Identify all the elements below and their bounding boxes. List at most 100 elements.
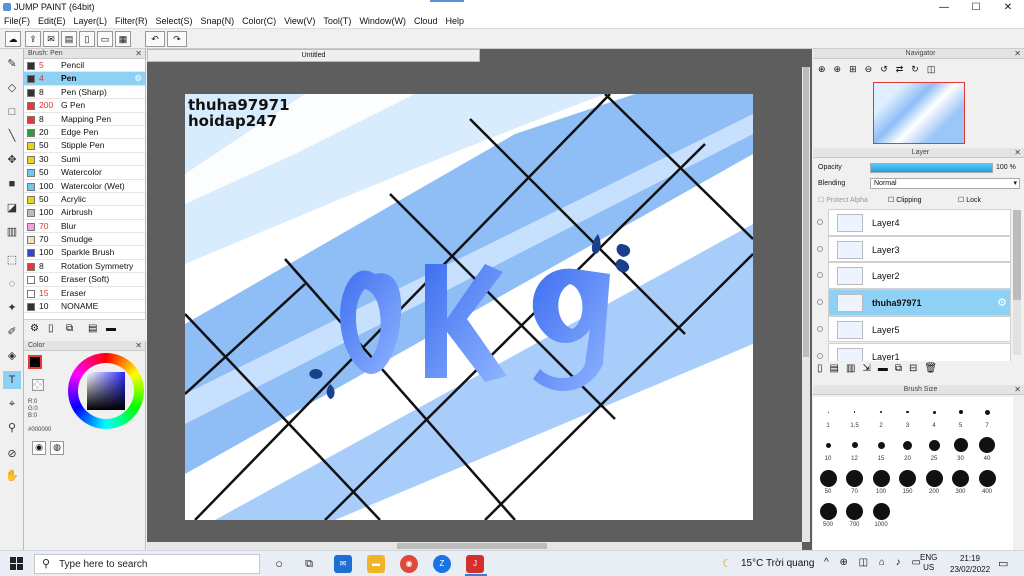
brush-item[interactable]: 70 Blur <box>24 220 145 234</box>
notification-icon[interactable]: ▭ <box>998 557 1008 570</box>
brush-size-option[interactable]: 1.5 <box>842 403 868 429</box>
add-layer-menu-icon[interactable]: ⇲ <box>862 363 877 374</box>
clock[interactable]: 21:19 23/02/2022 <box>950 553 990 575</box>
new-layer-icon[interactable]: ▯ <box>817 363 830 374</box>
close-icon[interactable]: ✕ <box>1014 148 1021 158</box>
flip-icon[interactable]: ⇄ <box>896 64 912 74</box>
wand-tool-icon[interactable]: ✦ <box>3 299 21 317</box>
drawing-canvas[interactable]: thuha97971 hoidap247 <box>185 94 753 520</box>
brush-size-option[interactable]: 3 <box>895 403 921 429</box>
dropper-tool-icon[interactable]: ⊘ <box>3 445 21 463</box>
layer-row[interactable]: Layer3 <box>828 235 1011 263</box>
maximize-button[interactable]: ☐ <box>960 0 992 15</box>
eyedropper-tool-icon[interactable]: ⚲ <box>3 419 21 437</box>
layer-row[interactable]: Layer4 <box>828 209 1011 236</box>
upload-icon[interactable]: ⇪ <box>25 31 41 47</box>
zoom-fit-icon[interactable]: ⊕ <box>818 64 834 74</box>
undo-icon[interactable]: ↶ <box>145 31 165 47</box>
brush-size-option[interactable]: 10 <box>815 436 841 462</box>
brush-size-option[interactable]: 70 <box>842 469 868 495</box>
select-pen-tool-icon[interactable]: ✐ <box>3 323 21 341</box>
brush-size-option[interactable]: 1 <box>815 403 841 429</box>
rotate-right-icon[interactable]: ↻ <box>911 64 927 74</box>
new-raster-icon[interactable]: ▤ <box>830 363 846 374</box>
opacity-slider[interactable] <box>870 163 993 173</box>
menu-tool[interactable]: Tool(T) <box>319 15 355 26</box>
layer-visibility-icon[interactable] <box>817 272 823 279</box>
new-brush-icon[interactable]: ▯ <box>48 323 54 334</box>
menu-snap[interactable]: Snap(N) <box>197 15 239 26</box>
redo-icon[interactable]: ↷ <box>167 31 187 47</box>
brush-item[interactable]: 8 Rotation Symmetry <box>24 260 145 274</box>
rectangle-tool-icon[interactable]: □ <box>3 103 21 121</box>
brush-size-option[interactable]: 150 <box>895 469 921 495</box>
menu-view[interactable]: View(V) <box>280 15 319 26</box>
menu-help[interactable]: Help <box>441 15 468 26</box>
close-icon[interactable]: ✕ <box>1014 385 1021 395</box>
brush-size-option[interactable]: 12 <box>842 436 868 462</box>
blending-select[interactable]: Normal ▾ <box>870 178 1020 189</box>
brush-tool-icon[interactable]: ✎ <box>3 55 21 73</box>
layer-visibility-icon[interactable] <box>817 299 823 306</box>
new-text-layer-icon[interactable]: ▥ <box>846 363 862 374</box>
mail-icon[interactable]: ✉ <box>334 555 352 573</box>
menu-window[interactable]: Window(W) <box>355 15 410 26</box>
brush-settings-icon[interactable]: ⚙ <box>30 323 39 334</box>
close-icon[interactable]: ✕ <box>135 341 142 351</box>
layer-visibility-icon[interactable] <box>817 245 823 252</box>
windows-start-icon[interactable] <box>10 557 23 570</box>
layer-row[interactable]: Layer2 <box>828 262 1011 289</box>
protect-alpha-checkbox[interactable]: ☐ Protect Alpha <box>818 196 868 204</box>
brush-size-option[interactable]: 15 <box>868 436 894 462</box>
fill-rect-tool-icon[interactable]: ■ <box>3 175 21 193</box>
folder-icon[interactable]: ▬ <box>878 363 895 374</box>
background-color-swatch[interactable] <box>32 379 44 391</box>
page-icon[interactable]: ▭ <box>97 31 113 47</box>
chrome-icon[interactable]: ◉ <box>400 555 418 573</box>
move-tool-icon[interactable]: ✥ <box>3 151 21 169</box>
close-icon[interactable]: ✕ <box>1014 49 1021 59</box>
layer-row[interactable]: thuha97971 ⚙ <box>828 289 1011 316</box>
vertical-scrollbar[interactable] <box>802 67 810 542</box>
menu-select[interactable]: Select(S) <box>152 15 197 26</box>
palette-icon[interactable]: ◉ <box>32 441 46 455</box>
brush-size-option[interactable]: 20 <box>895 436 921 462</box>
language-indicator[interactable]: ENG US <box>920 553 937 573</box>
folder-icon[interactable]: ▬ <box>106 323 116 334</box>
layer-visibility-icon[interactable] <box>817 325 823 332</box>
brush-size-option[interactable]: 400 <box>974 469 1000 495</box>
menu-color[interactable]: Color(C) <box>238 15 280 26</box>
brush-item[interactable]: 8 Pen (Sharp) <box>24 86 145 100</box>
duplicate-layer-icon[interactable]: ⧉ <box>895 363 909 374</box>
brush-item[interactable]: 20 Edge Pen <box>24 126 145 140</box>
lasso-tool-icon[interactable]: ◌ <box>3 275 21 293</box>
rotate-left-icon[interactable]: ↺ <box>880 64 896 74</box>
brush-size-option[interactable]: 50 <box>815 469 841 495</box>
brush-item[interactable]: 50 Eraser (Soft) <box>24 273 145 287</box>
brush-item[interactable]: 15 Eraser <box>24 287 145 301</box>
close-icon[interactable]: ✕ <box>135 49 142 59</box>
cortana-icon[interactable]: ○ <box>270 555 288 573</box>
line-tool-icon[interactable]: ╲ <box>3 127 21 145</box>
brush-item[interactable]: 200 G Pen <box>24 99 145 113</box>
document-icon[interactable]: ▯ <box>79 31 95 47</box>
brush-item[interactable]: 10 NONAME <box>24 300 145 314</box>
brush-size-option[interactable]: 700 <box>842 502 868 528</box>
grid-icon[interactable]: ▦ <box>115 31 131 47</box>
foreground-color-swatch[interactable] <box>28 355 42 369</box>
brush-item[interactable]: 70 Smudge <box>24 233 145 247</box>
layer-settings-gear-icon[interactable]: ⚙ <box>997 296 1007 309</box>
reset-icon[interactable]: ◫ <box>927 64 944 74</box>
brush-size-option[interactable]: 200 <box>921 469 947 495</box>
bucket-tool-icon[interactable]: ◪ <box>3 199 21 217</box>
brush-size-option[interactable]: 1000 <box>868 502 894 528</box>
brush-size-option[interactable]: 100 <box>868 469 894 495</box>
select-eraser-tool-icon[interactable]: ◈ <box>3 347 21 365</box>
brush-size-option[interactable]: 5 <box>948 403 974 429</box>
brush-menu-icon[interactable]: ▤ <box>88 323 97 334</box>
zoom-out-icon[interactable]: ⊖ <box>865 64 881 74</box>
copy-brush-icon[interactable]: ⧉ <box>66 323 73 334</box>
brush-size-option[interactable]: 40 <box>974 436 1000 462</box>
document-tab[interactable]: Untitled <box>147 49 480 62</box>
brush-item[interactable]: 50 Watercolor <box>24 166 145 180</box>
